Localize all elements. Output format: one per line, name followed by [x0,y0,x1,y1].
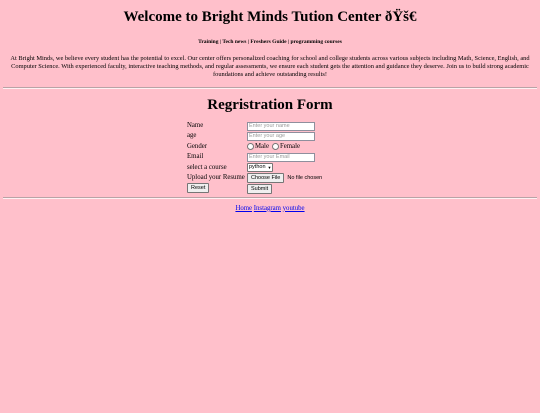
email-row: Email Enter your Email [187,152,387,162]
course-label: select a course [187,163,227,171]
nav-item-freshers-guide[interactable]: Freshers Guide [250,39,286,45]
footer-link-home[interactable]: Home [235,205,252,212]
course-row: select a course python ▼ [187,163,387,173]
registration-form: Name Enter your name age Enter your age … [187,121,387,194]
nav-item-training[interactable]: Training [198,39,218,45]
actions-row: Reset Submit [187,183,387,194]
gender-female-label: Female [279,142,300,150]
footer-links: Home Instagram youtube [0,205,540,212]
name-row: Name Enter your name [187,121,387,131]
reset-button[interactable]: Reset [187,183,210,194]
gender-male-label: Male [255,142,269,150]
about-paragraph: At Bright Minds, we believe every studen… [10,55,530,78]
age-input[interactable]: Enter your age [247,132,315,142]
submit-button[interactable]: Submit [247,183,273,194]
nav-item-tech-news[interactable]: Tech news [222,39,246,45]
chevron-down-icon: ▼ [267,165,272,171]
top-nav: Training | Tech news | Freshers Guide | … [0,38,540,46]
email-input[interactable]: Enter your Email [247,152,315,162]
course-select[interactable]: python ▼ [247,163,274,173]
footer-link-instagram[interactable]: Instagram [254,205,281,212]
resume-label: Upload your Resume [187,173,245,181]
gender-male-radio[interactable] [247,143,254,151]
name-label: Name [187,122,204,129]
gender-row: Gender Male Female [187,142,387,152]
divider [3,196,537,199]
divider [3,87,537,89]
resume-row: Upload your Resume Choose File No file c… [187,173,387,184]
course-selected-value: python [249,164,266,171]
age-row: age Enter your age [187,131,387,142]
gender-label: Gender [187,142,208,150]
gender-female-radio[interactable] [271,143,279,151]
page-title: Welcome to Bright Minds Tution Center ðŸ… [123,9,417,25]
email-label: Email [187,153,204,161]
choose-file-button[interactable]: Choose File [247,173,285,184]
nav-item-programming-courses[interactable]: programming courses [291,39,342,45]
file-status-text: No file chosen [287,174,323,181]
page: Welcome to Bright Minds Tution Center ðŸ… [0,8,540,212]
footer-link-youtube[interactable]: youtube [283,205,305,212]
name-input[interactable]: Enter your name [247,121,315,131]
form-title: Regristration Form [207,97,333,113]
age-label: age [187,132,197,140]
